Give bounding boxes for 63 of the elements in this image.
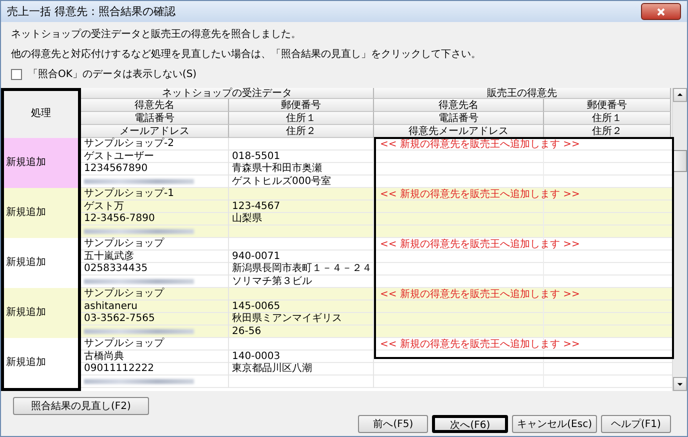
- table-cell: 東京都品川区八潮: [232, 363, 312, 374]
- table-cell-text: サンプルショップ: [83, 238, 166, 250]
- info-message: 他の得意先と対応付けするなど処理を見直したい場合は、「照合結果の見直し」をクリックして下さい。: [11, 48, 482, 61]
- table-cell-text: 五十嵐武彦: [83, 250, 135, 263]
- column-header: 住所２: [544, 125, 671, 138]
- close-icon: [657, 8, 665, 16]
- scroll-up-icon[interactable]: [673, 88, 687, 102]
- match-result: << 新規の得意先を販売王へ追加します >>: [379, 290, 581, 300]
- column-header: 住所２: [229, 125, 374, 138]
- column-header: 得意先メールアドレス: [374, 125, 544, 138]
- column-header: メールアドレス: [81, 125, 229, 138]
- table-cell-text: 0258334435: [83, 263, 149, 276]
- column-header: 電話番号: [81, 112, 229, 125]
- table-cell-text: 古橋尚典: [83, 350, 125, 363]
- dialog-button[interactable]: 前へ(F5): [358, 415, 428, 433]
- window-title: 売上一括 得意先：照合結果の確認: [7, 4, 176, 19]
- table-cell-text: ゲストユーザー: [83, 150, 155, 163]
- group-header: ネットショップの受注データ: [81, 88, 374, 99]
- table-cell: ゲストヒルズ000号室: [232, 176, 332, 186]
- group-header: 販売王の得意先: [374, 88, 671, 99]
- checkbox[interactable]: [11, 69, 22, 80]
- column-header: 電話番号: [374, 112, 544, 125]
- close-button[interactable]: [641, 3, 681, 20]
- dialog-button[interactable]: 次へ(F6): [432, 415, 508, 433]
- table-cell-text: サンプルショップ: [83, 338, 166, 350]
- table-cell-text: 123-4567: [231, 200, 282, 212]
- table-cell: 青森県十和田市奥瀬: [232, 163, 322, 174]
- table-cell: 秋田県ミアンマイギリス: [232, 313, 342, 324]
- table-cell-text: サンプルショップ-1: [83, 188, 175, 200]
- table-cell-text: 145-0065: [231, 300, 282, 312]
- table-cell-text: ゲスト万: [83, 200, 125, 213]
- dialog-button[interactable]: キャンセル(Esc): [512, 415, 597, 433]
- match-result: << 新規の得意先を販売王へ追加します >>: [379, 240, 581, 250]
- table-cell: 山梨県: [232, 213, 262, 224]
- column-header: 得意先名: [374, 99, 544, 112]
- column-header: 得意先名: [81, 99, 229, 112]
- table-cell-text: サンプルショップ: [83, 288, 166, 300]
- table-cell: ソリマチ第３ビル: [232, 276, 312, 286]
- column-header: 住所１: [229, 112, 374, 125]
- dialog-button[interactable]: ヘルプ(F1): [601, 415, 671, 433]
- table-cell: 26-56: [232, 326, 262, 336]
- match-result: << 新規の得意先を販売王へ追加します >>: [379, 340, 581, 350]
- table-cell-text: 12-3456-7890: [83, 213, 156, 226]
- table-cell-text: ashitaneru: [83, 300, 138, 313]
- table-cell-text: 940-0071: [231, 250, 282, 262]
- match-result: << 新規の得意先を販売王へ追加します >>: [379, 140, 581, 150]
- column-header: 住所１: [544, 112, 671, 125]
- table-cell-text: サンプルショップ-2: [83, 138, 175, 150]
- table-cell[interactable]: 新規追加: [4, 138, 78, 188]
- table-cell: 新潟県長岡市表町１－４－２４: [232, 263, 372, 274]
- checkbox-label[interactable]: 「照合OK」のデータは表示しない(S): [28, 68, 197, 81]
- table-cell-text: 140-0003: [231, 350, 282, 362]
- column-header: 郵便番号: [229, 99, 374, 112]
- column-header: 郵便番号: [544, 99, 671, 112]
- table-cell-text: 09011112222: [83, 363, 155, 376]
- table-cell-text: 018-5501: [231, 150, 282, 162]
- review-button[interactable]: 照合結果の見直し(F2): [13, 397, 149, 415]
- scroll-down-icon[interactable]: [673, 377, 687, 391]
- table-cell-text: 03-3562-7565: [83, 313, 156, 326]
- scroll-thumb[interactable]: [673, 150, 687, 172]
- table-cell-text: 1234567890: [83, 163, 149, 176]
- match-result: << 新規の得意先を販売王へ追加します >>: [379, 190, 581, 200]
- info-message: ネットショップの受注データと販売王の得意先を照合しました。: [11, 28, 302, 41]
